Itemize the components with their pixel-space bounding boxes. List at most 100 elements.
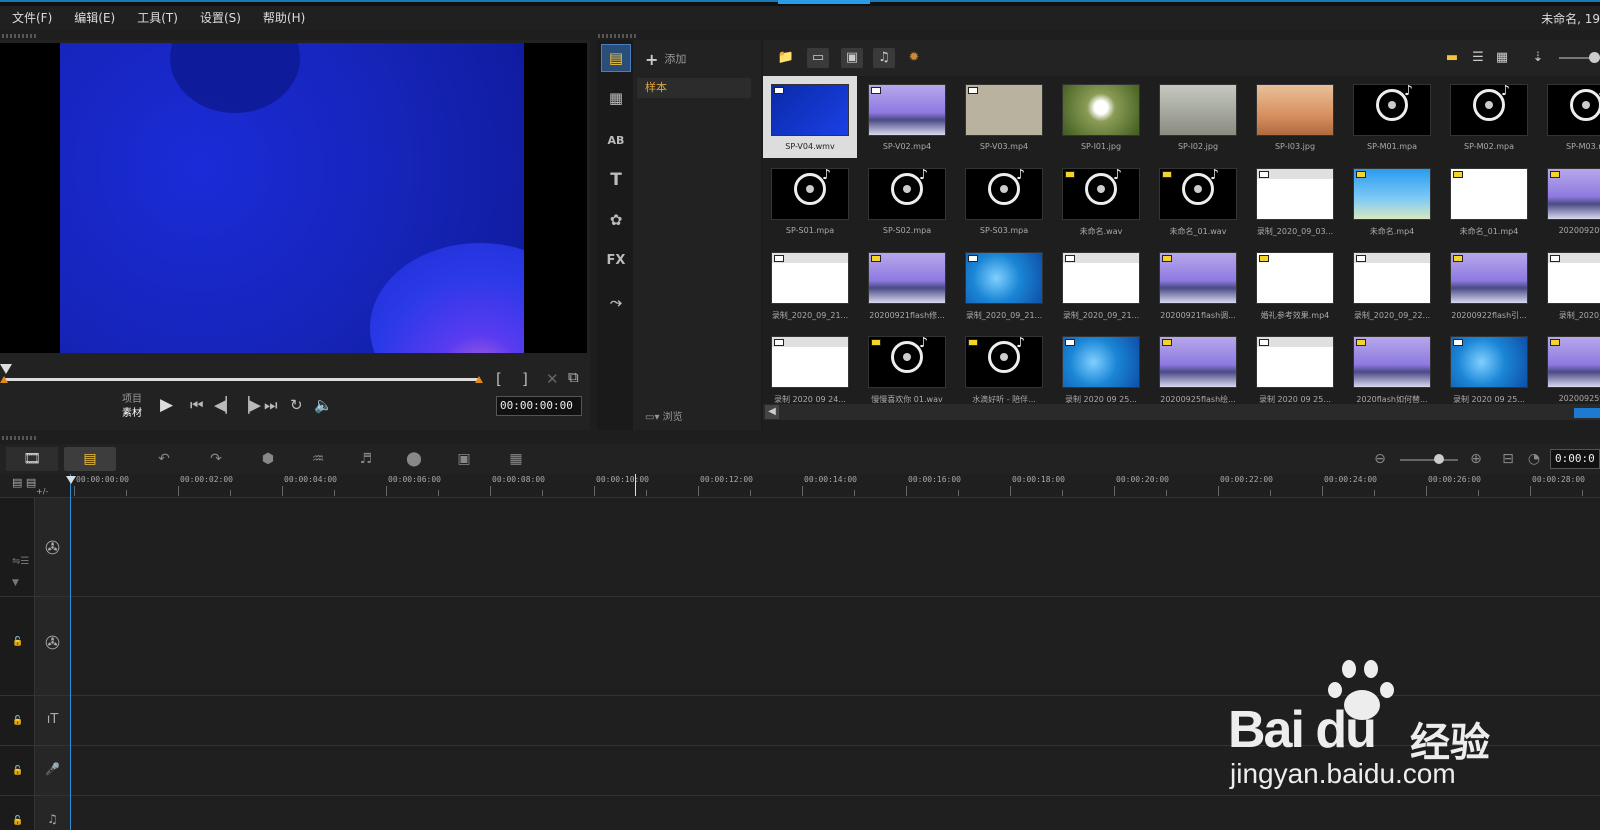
path-tab-icon[interactable]: ⤳ [601, 288, 631, 316]
media-thumbnail[interactable]: 20200925flas [1539, 328, 1600, 410]
media-thumbnail[interactable]: 录制_2020_09_21... [1054, 244, 1148, 326]
mode-clip[interactable]: 素材 [120, 407, 142, 421]
lock-icon[interactable]: 🔓 [12, 716, 23, 726]
media-thumbnail[interactable]: ♪ 水滴好听 - 陪伴... [957, 328, 1051, 410]
timeline-ruler[interactable]: ▤ ▤ +/- 00:00:00:00 00:00:02:00 00:00:04:0… [0, 474, 1600, 498]
home-icon[interactable]: ⏮ [190, 396, 204, 414]
video-track-body[interactable] [71, 498, 1600, 596]
instant-project-tab-icon[interactable]: ▦ [601, 84, 631, 112]
media-thumbnail[interactable]: SP-I03.jpg [1248, 76, 1342, 158]
mark-in-marker[interactable] [0, 376, 8, 383]
media-thumbnail[interactable]: 录制_2020_09_03... [1248, 160, 1342, 242]
video-track-icon[interactable]: ✇ [34, 538, 71, 559]
mark-out-marker[interactable] [475, 376, 483, 383]
cut-icon[interactable]: ✕ [546, 370, 559, 388]
view-thumbnail-icon[interactable]: ▬ [1441, 48, 1463, 68]
add-remove-chapter[interactable]: +/- [36, 487, 48, 496]
end-icon[interactable]: ⏭ [264, 396, 278, 414]
media-thumbnail[interactable]: ♪ 未命名_01.wav [1151, 160, 1245, 242]
media-thumbnail[interactable]: ♪ 未命名.wav [1054, 160, 1148, 242]
mark-out-icon[interactable]: ] [522, 370, 528, 388]
play-icon[interactable]: ▶ [160, 395, 173, 415]
media-thumbnail[interactable]: SP-I02.jpg [1151, 76, 1245, 158]
auto-music-icon[interactable]: ♬ [352, 447, 380, 471]
media-thumbnail[interactable]: 2020flash如何替... [1345, 328, 1439, 410]
media-thumbnail[interactable]: 未命名.mp4 [1345, 160, 1439, 242]
media-thumbnail[interactable]: 录制 2020 09 25... [1248, 328, 1342, 410]
previous-frame-icon[interactable]: ◀▏ [214, 396, 237, 414]
media-thumbnail[interactable]: 婚礼参考效果.mp4 [1248, 244, 1342, 326]
online-media-icon[interactable]: ✹ [903, 48, 925, 68]
media-thumbnail[interactable]: 录制 2020 09 24... [763, 328, 857, 410]
playhead[interactable] [70, 474, 71, 830]
view-list-icon[interactable]: ☰ [1467, 48, 1489, 68]
scrubber-bar[interactable] [4, 378, 480, 381]
sort-icon[interactable]: ⇣ [1527, 48, 1549, 68]
scrubber-handle[interactable] [0, 364, 12, 374]
duration-icon[interactable]: ◔ [1520, 447, 1548, 471]
zoom-in-icon[interactable]: ⊕ [1462, 447, 1490, 471]
lock-icon[interactable]: 🔓 [12, 766, 23, 776]
enlarge-icon[interactable]: ⧉ [568, 368, 579, 386]
music-track-body[interactable] [71, 796, 1600, 830]
multi-camera-icon[interactable]: ▦ [502, 447, 530, 471]
play-mode-toggle[interactable]: 项目 素材 [120, 393, 142, 421]
thumb-size-knob[interactable] [1589, 52, 1600, 63]
media-thumbnail[interactable]: SP-V03.mp4 [957, 76, 1051, 158]
ripple-edit-icon[interactable]: ⇋☰ [12, 556, 29, 567]
fit-project-icon[interactable]: ⊟ [1494, 447, 1522, 471]
transition-tab-icon[interactable]: AB [601, 126, 631, 154]
library-grip[interactable] [598, 34, 638, 38]
media-thumbnail[interactable]: ♪ SP-M01.mpa [1345, 76, 1439, 158]
media-tab-icon[interactable]: ▤ [601, 44, 631, 72]
media-thumbnail[interactable]: 20200925flash绘... [1151, 328, 1245, 410]
media-scrollbar[interactable]: ◀ [763, 404, 1600, 420]
graphic-tab-icon[interactable]: ✿ [601, 206, 631, 234]
menu-tools[interactable]: 工具(T) [137, 6, 178, 30]
undo-icon[interactable]: ↶ [150, 447, 178, 471]
volume-icon[interactable]: 🔈 [314, 396, 333, 414]
lock-icon[interactable]: 🔓 [12, 816, 23, 826]
menu-help[interactable]: 帮助(H) [263, 6, 305, 30]
media-thumbnail[interactable]: SP-V04.wmv [763, 76, 857, 158]
storyboard-view-icon[interactable]: 🎞 [6, 447, 58, 471]
media-thumbnail[interactable]: ♪ SP-S01.mpa [763, 160, 857, 242]
repeat-icon[interactable]: ↻ [290, 396, 303, 414]
mark-in-icon[interactable]: [ [496, 370, 502, 388]
media-thumbnail[interactable]: SP-V02.mp4 [860, 76, 954, 158]
media-thumbnail[interactable]: 录制 2020 09 25... [1054, 328, 1148, 410]
menu-settings[interactable]: 设置(S) [200, 6, 241, 30]
zoom-out-icon[interactable]: ⊖ [1366, 447, 1394, 471]
media-thumbnail[interactable]: 20200921flash修... [860, 244, 954, 326]
timeline-timecode[interactable]: 0:00:0 [1550, 449, 1600, 469]
media-thumbnail[interactable]: 20200921flash调... [1151, 244, 1245, 326]
media-thumbnail[interactable]: ♪ SP-M02.mpa [1442, 76, 1536, 158]
zoom-knob[interactable] [1434, 454, 1444, 464]
filter-tab-icon[interactable]: FX [601, 246, 631, 274]
scroll-left-icon[interactable]: ◀ [765, 405, 779, 419]
lock-icon[interactable]: 🔓 [12, 637, 23, 647]
media-thumbnail[interactable]: 录制_2020_09 [1539, 244, 1600, 326]
subtitle-editor-icon[interactable]: ▣ [450, 447, 478, 471]
menu-edit[interactable]: 编辑(E) [74, 6, 115, 30]
voice-track-icon[interactable]: 🎤 [34, 762, 71, 776]
media-thumbnail[interactable]: 20200922flash引... [1442, 244, 1536, 326]
media-thumbnail[interactable]: ♪ SP-S03.mpa [957, 160, 1051, 242]
zoom-slider[interactable] [1400, 459, 1458, 461]
import-folder-icon[interactable]: 📁 [775, 48, 797, 68]
record-capture-icon[interactable]: ⬢ [254, 447, 282, 471]
music-track-icon[interactable]: ♫ [34, 812, 71, 826]
scrollbar-thumb[interactable] [1574, 408, 1600, 418]
track-manager-icon[interactable]: ▤ ▤ [12, 476, 36, 489]
show-video-icon[interactable]: ▭ [807, 48, 829, 68]
track-dropdown-icon[interactable]: ▼ [12, 578, 19, 588]
folder-item-samples[interactable]: 样本 [637, 78, 751, 98]
media-thumbnail[interactable]: ♪ SP-M03.m [1539, 76, 1600, 158]
add-folder-button[interactable]: + 添加 [645, 50, 686, 69]
media-thumbnail[interactable]: 录制 2020 09 25... [1442, 328, 1536, 410]
title-track-icon[interactable]: ıT [34, 712, 71, 727]
next-frame-icon[interactable]: ▕▶ [238, 396, 261, 414]
title-tab-icon[interactable]: T [601, 166, 631, 194]
media-thumbnail[interactable]: SP-I01.jpg [1054, 76, 1148, 158]
overlay-track-icon[interactable]: ✇ [34, 633, 71, 654]
